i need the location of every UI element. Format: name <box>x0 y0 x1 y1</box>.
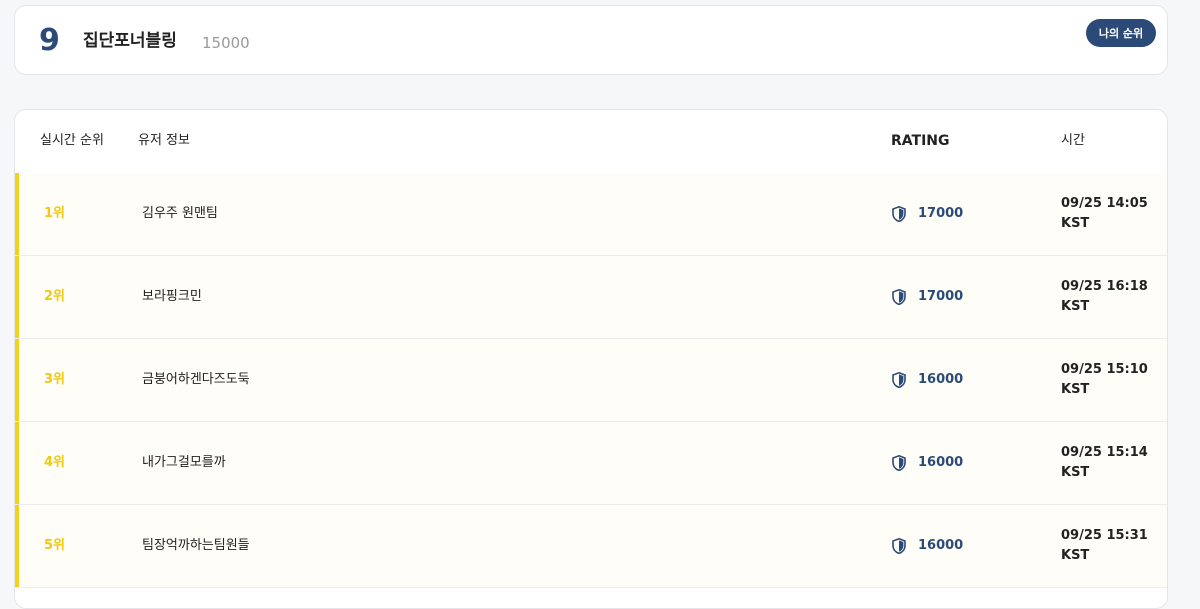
row-time: 09/25 15:10 KST <box>1061 360 1148 400</box>
row-rating: 16000 <box>892 370 963 390</box>
table-row[interactable]: 2위 보라핑크민 17000 09/25 16:18 KST <box>15 256 1167 339</box>
row-tz: KST <box>1061 382 1090 397</box>
row-rank: 1위 <box>44 206 66 221</box>
shield-icon <box>892 289 906 305</box>
header-user: 유저 정보 <box>138 133 190 148</box>
row-user: 팀장억까하는팀원들 <box>142 538 250 553</box>
header-rating: RATING <box>891 133 950 149</box>
row-rating-value: 16000 <box>918 372 964 387</box>
row-date: 09/25 15:10 <box>1061 362 1148 377</box>
row-user: 금붕어하겐다즈도둑 <box>142 372 250 387</box>
row-user: 보라핑크민 <box>142 289 202 304</box>
row-rating-value: 17000 <box>918 206 964 221</box>
table-header: 실시간 순위 유저 정보 RATING 시간 <box>15 110 1167 174</box>
header-rank: 실시간 순위 <box>40 133 104 148</box>
row-date: 09/25 15:14 <box>1061 445 1148 460</box>
row-date: 09/25 16:18 <box>1061 279 1148 294</box>
row-tz: KST <box>1061 548 1090 563</box>
my-team-name: 집단포너블링 <box>83 31 177 51</box>
row-time: 09/25 14:05 KST <box>1061 194 1148 234</box>
row-rating-value: 16000 <box>918 455 964 470</box>
shield-icon <box>892 455 906 471</box>
my-rank-button[interactable]: 나의 순위 <box>1086 19 1156 47</box>
row-rating: 16000 <box>892 453 963 473</box>
row-rank: 3위 <box>44 372 66 387</box>
shield-icon <box>892 538 906 554</box>
table-row[interactable]: 3위 금붕어하겐다즈도둑 16000 09/25 15:10 KST <box>15 339 1167 422</box>
row-user: 내가그걸모를까 <box>142 455 226 470</box>
row-time: 09/25 16:18 KST <box>1061 277 1148 317</box>
row-time: 09/25 15:14 KST <box>1061 443 1148 483</box>
row-time: 09/25 15:31 KST <box>1061 526 1148 566</box>
row-tz: KST <box>1061 465 1090 480</box>
row-date: 09/25 14:05 <box>1061 196 1148 211</box>
table-row[interactable]: 5위 팀장억까하는팀원들 16000 09/25 15:31 KST <box>15 505 1167 588</box>
my-rank-card: 9 집단포너블링 15000 나의 순위 <box>14 5 1168 75</box>
row-tz: KST <box>1061 216 1090 231</box>
row-rating: 16000 <box>892 536 963 556</box>
table-row[interactable]: 4위 내가그걸모를까 16000 09/25 15:14 KST <box>15 422 1167 505</box>
shield-icon <box>892 206 906 222</box>
row-rating: 17000 <box>892 287 963 307</box>
row-user: 김우주 원맨팀 <box>142 206 218 221</box>
row-rating-value: 16000 <box>918 538 964 553</box>
row-rating-value: 17000 <box>918 289 964 304</box>
table-row[interactable]: 1위 김우주 원맨팀 17000 09/25 14:05 KST <box>15 173 1167 256</box>
row-date: 09/25 15:31 <box>1061 528 1148 543</box>
my-rank-number: 9 <box>39 23 60 58</box>
header-time: 시간 <box>1061 133 1085 148</box>
row-tz: KST <box>1061 299 1090 314</box>
row-rank: 2위 <box>44 289 66 304</box>
row-rank: 4위 <box>44 455 66 470</box>
row-rank: 5위 <box>44 538 66 553</box>
shield-icon <box>892 372 906 388</box>
ranking-table: 실시간 순위 유저 정보 RATING 시간 1위 김우주 원맨팀 17000 … <box>14 109 1168 609</box>
row-rating: 17000 <box>892 204 963 224</box>
my-rating: 15000 <box>202 34 250 52</box>
